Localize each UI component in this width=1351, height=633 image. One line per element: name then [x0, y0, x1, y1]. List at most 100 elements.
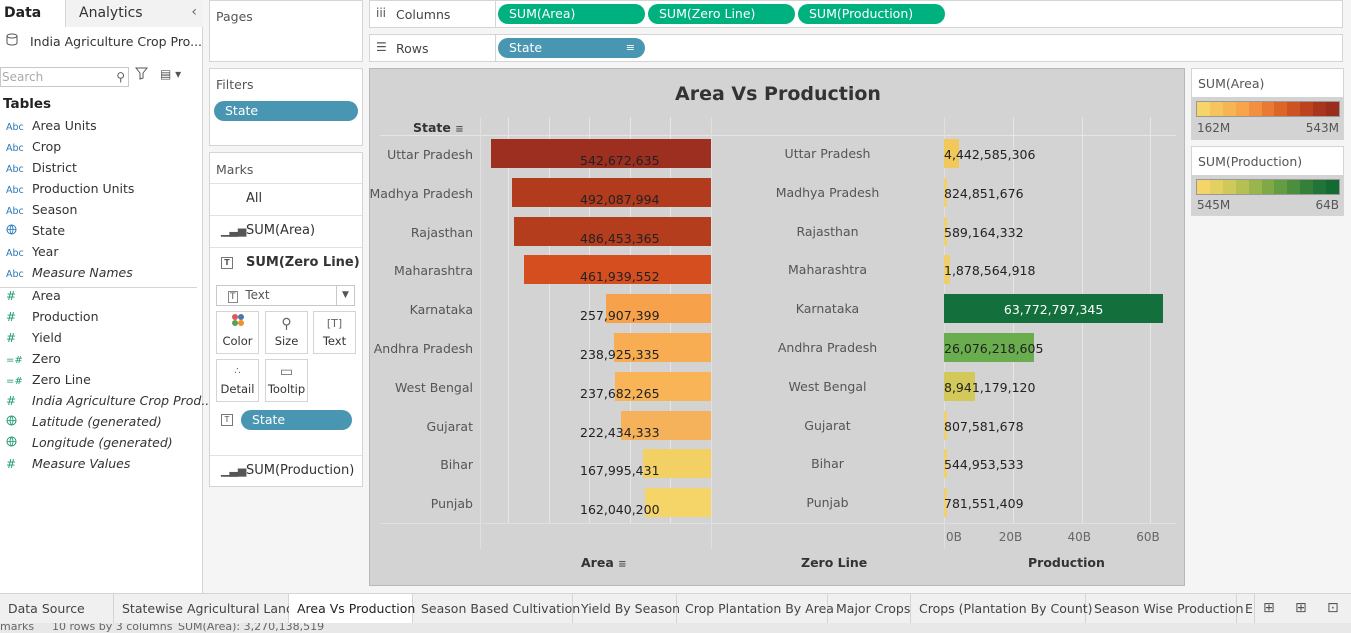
- legend-swatch: [1197, 180, 1210, 194]
- legend-production-max: 64B: [1315, 198, 1339, 212]
- column-header-area[interactable]: Area ≡: [581, 555, 627, 570]
- columns-pill-sum-area[interactable]: SUM(Area): [498, 4, 645, 24]
- color-button[interactable]: Color: [216, 311, 259, 354]
- field-name: Area Units: [32, 118, 97, 133]
- mark-type-select[interactable]: T Text ▼: [216, 285, 355, 306]
- zero-line-state-label: Maharashtra: [788, 262, 867, 278]
- field-item[interactable]: Longitude (generated): [6, 435, 173, 455]
- datasource-icon: [6, 33, 20, 49]
- datasource-item[interactable]: India Agriculture Crop Pro...: [6, 33, 202, 49]
- text-button[interactable]: [T] Text: [313, 311, 356, 354]
- state-row-label[interactable]: Madhya Pradesh: [369, 186, 473, 201]
- axis-tick-label: 0B: [946, 530, 962, 544]
- area-value-label: 486,453,365: [580, 230, 660, 246]
- field-name: Season: [32, 202, 78, 217]
- state-row-label[interactable]: Punjab: [431, 496, 473, 511]
- globe-icon: [6, 436, 32, 450]
- marks-sum-production[interactable]: ▁▃▅ SUM(Production): [210, 455, 362, 487]
- legend-production-body: 545M 64B: [1192, 175, 1343, 215]
- field-item[interactable]: # Measure Values: [6, 456, 130, 476]
- field-item[interactable]: State: [6, 223, 65, 243]
- search-input[interactable]: Search ⚲: [0, 67, 129, 87]
- sheet-tab[interactable]: Data Source: [0, 594, 114, 624]
- field-item[interactable]: =# Zero: [6, 351, 61, 371]
- state-row-label[interactable]: Rajasthan: [411, 225, 473, 240]
- color-label: Color: [222, 334, 253, 348]
- pages-shelf[interactable]: Pages: [209, 0, 363, 62]
- field-item[interactable]: # Production: [6, 309, 99, 329]
- field-item[interactable]: Abc Production Units: [6, 181, 134, 201]
- field-item[interactable]: Abc Area Units: [6, 118, 97, 138]
- column-header-zero-line[interactable]: Zero Line: [801, 555, 867, 570]
- production-value-label: 1,878,564,918: [944, 263, 1036, 279]
- legend-area-max: 543M: [1305, 121, 1339, 135]
- state-row-label[interactable]: West Bengal: [395, 380, 473, 395]
- field-item[interactable]: Abc Measure Names: [6, 265, 133, 285]
- legend-swatch: [1300, 102, 1314, 116]
- marks-all[interactable]: All: [210, 183, 362, 215]
- sheet-tab[interactable]: Crop Plantation By Area: [677, 594, 834, 624]
- sheet-tab[interactable]: Statewise Agricultural Land: [114, 594, 294, 624]
- field-item[interactable]: # Yield: [6, 330, 62, 350]
- collapse-pane-icon[interactable]: ‹: [191, 4, 197, 20]
- state-row-label[interactable]: Maharashtra: [394, 263, 473, 278]
- rows-shelf[interactable]: ☰ Rows State ≡: [369, 34, 1343, 62]
- state-row-label[interactable]: Karnataka: [410, 302, 473, 317]
- columns-pill-sum-production[interactable]: SUM(Production): [798, 4, 945, 24]
- field-item[interactable]: Abc Season: [6, 202, 77, 222]
- tooltip-button[interactable]: ▭ Tooltip: [265, 359, 308, 402]
- rows-pill-state[interactable]: State ≡: [498, 38, 645, 58]
- sheet-tab[interactable]: Area Vs Production: [289, 594, 415, 624]
- marks-sum-zero-line[interactable]: T SUM(Zero Line): [210, 247, 362, 279]
- sheet-tab[interactable]: Yield By Season: [573, 594, 680, 624]
- state-row-label[interactable]: Bihar: [440, 457, 473, 472]
- state-row-label[interactable]: Uttar Pradesh: [387, 147, 473, 162]
- field-item[interactable]: # Area: [6, 288, 61, 308]
- area-value-label: 542,672,635: [580, 153, 660, 168]
- columns-pill-sum-zero-line[interactable]: SUM(Zero Line): [648, 4, 795, 24]
- field-name: Measure Values: [32, 456, 131, 471]
- tab-data[interactable]: Data: [0, 0, 66, 27]
- field-item[interactable]: =# Zero Line: [6, 372, 91, 392]
- state-row-label[interactable]: Andhra Pradesh: [374, 341, 473, 356]
- legend-swatch: [1248, 180, 1262, 194]
- columns-shelf[interactable]: iii Columns SUM(Area) SUM(Zero Line) SUM…: [369, 0, 1343, 28]
- state-row-label[interactable]: Gujarat: [427, 419, 473, 434]
- sheet-tab[interactable]: E: [1237, 594, 1255, 624]
- filter-icon[interactable]: [134, 67, 149, 84]
- field-item[interactable]: Abc Crop: [6, 139, 61, 159]
- new-dashboard-icon[interactable]: ⊞: [1295, 600, 1307, 616]
- row-header-state[interactable]: State ≡: [413, 120, 464, 135]
- production-value-label: 781,551,409: [944, 496, 1024, 512]
- sheet-tab[interactable]: Crops (Plantation By Count): [911, 594, 1093, 624]
- column-header-production[interactable]: Production: [1028, 555, 1105, 570]
- filters-shelf[interactable]: Filters State: [209, 68, 363, 146]
- number-type-icon: #: [6, 394, 17, 408]
- filter-pill-state[interactable]: State: [214, 101, 358, 121]
- production-value-label: 824,851,676: [944, 185, 1024, 201]
- legend-area[interactable]: SUM(Area) 162M 543M: [1191, 68, 1344, 140]
- legend-swatch: [1235, 102, 1249, 116]
- new-story-icon[interactable]: ⊡: [1327, 600, 1339, 616]
- detail-button[interactable]: ∴ Detail: [216, 359, 259, 402]
- status-sum: SUM(Area): 3,270,138,519: [178, 623, 325, 633]
- zero-line-state-label: Punjab: [806, 495, 849, 511]
- marks-card: Marks All ▁▃▅ SUM(Area) T SUM(Zero Line)…: [209, 152, 363, 487]
- field-item[interactable]: Latitude (generated): [6, 414, 162, 434]
- sheet-tab[interactable]: Major Crops: [828, 594, 911, 624]
- calculated-field-icon: =#: [6, 355, 23, 366]
- size-button[interactable]: ⚲ Size: [265, 311, 308, 354]
- sheet-tab[interactable]: Season Wise Production: [1086, 594, 1244, 624]
- new-worksheet-icon[interactable]: ⊞: [1263, 600, 1275, 616]
- status-rows: 10 rows by 3 columns: [52, 623, 173, 633]
- field-item[interactable]: # India Agriculture Crop Prod...: [6, 393, 213, 413]
- marks-sum-area[interactable]: ▁▃▅ SUM(Area): [210, 215, 362, 247]
- field-item[interactable]: Abc District: [6, 160, 77, 180]
- view-options-icon[interactable]: ▤ ▾: [160, 67, 181, 81]
- axis-divider: [380, 523, 1176, 524]
- tab-analytics[interactable]: Analytics: [66, 0, 203, 27]
- sheet-tab[interactable]: Season Based Cultivation: [413, 594, 580, 624]
- field-item[interactable]: Abc Year: [6, 244, 58, 264]
- legend-production[interactable]: SUM(Production) 545M 64B: [1191, 146, 1344, 216]
- marks-state-pill[interactable]: State: [241, 410, 352, 430]
